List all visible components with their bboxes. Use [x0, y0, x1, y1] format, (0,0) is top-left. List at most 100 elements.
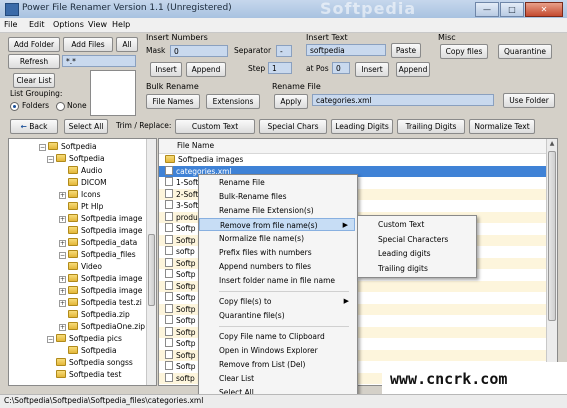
submenu-item[interactable]: Special Characters: [358, 233, 474, 246]
paste-button[interactable]: Paste: [391, 43, 421, 58]
context-menu-item[interactable]: Copy file(s) to ▶: [199, 295, 355, 308]
tree-expander-icon[interactable]: +: [59, 192, 66, 199]
tree-expander-icon[interactable]: +: [59, 300, 66, 307]
tree-expander-icon[interactable]: −: [39, 144, 46, 151]
menu-edit[interactable]: Edit: [29, 20, 45, 29]
menu-help[interactable]: Help: [112, 20, 130, 29]
tree-item[interactable]: Softpedia image: [59, 225, 142, 236]
tree-item[interactable]: + Softpedia_data: [59, 237, 137, 248]
menu-view[interactable]: View: [88, 20, 107, 29]
tree-item[interactable]: + Softpedia image: [59, 285, 142, 296]
context-menu-item[interactable]: Remove from List (Del): [199, 358, 355, 371]
folder-tree[interactable]: − Softpedia − Softpedia Audio DICOM + Icons Pt H…: [8, 138, 157, 386]
trim-normalize-text-button[interactable]: Normalize Text: [469, 119, 535, 134]
context-menu-item[interactable]: Quarantine file(s): [199, 309, 355, 322]
folders-radio[interactable]: [10, 102, 19, 111]
all-button[interactable]: All: [116, 37, 138, 52]
submenu-item[interactable]: Custom Text: [358, 218, 474, 231]
filter-input[interactable]: *.*: [62, 55, 136, 67]
title-bar[interactable]: Power File Renamer Version 1.1 (Unregist…: [0, 0, 567, 19]
tree-item[interactable]: − Softpedia pics: [47, 333, 122, 344]
tree-expander-icon[interactable]: +: [59, 240, 66, 247]
insert-numbers-append-button[interactable]: Append: [186, 62, 226, 77]
add-folder-button[interactable]: Add Folder: [8, 37, 60, 52]
menu-options[interactable]: Options: [53, 20, 84, 29]
tree-item[interactable]: Softpedia: [59, 345, 117, 356]
tree-expander-icon[interactable]: −: [47, 156, 54, 163]
file-list-scrollbar[interactable]: ▲: [546, 139, 557, 385]
maximize-button[interactable]: □: [500, 2, 524, 17]
scroll-up-icon[interactable]: ▲: [548, 140, 556, 147]
tree-item[interactable]: − Softpedia_files: [59, 249, 136, 260]
insert-text-insert-button[interactable]: Insert: [355, 62, 389, 77]
file-row[interactable]: Softpedia images: [159, 154, 546, 165]
minimize-button[interactable]: —: [475, 2, 499, 17]
tree-item[interactable]: + Icons: [59, 189, 101, 200]
tree-item[interactable]: − Softpedia: [47, 153, 105, 164]
tree-item[interactable]: Audio: [59, 165, 102, 176]
context-menu-item[interactable]: Normalize file name(s): [199, 232, 355, 245]
context-menu-item[interactable]: Clear List: [199, 372, 355, 385]
tree-scrollbar[interactable]: [146, 139, 156, 385]
context-menu-item[interactable]: Open in Windows Explorer: [199, 344, 355, 357]
tree-item[interactable]: − Softpedia: [39, 141, 97, 152]
quarantine-button[interactable]: Quarantine: [498, 44, 552, 59]
tree-item[interactable]: + SoftpediaOne.zip: [59, 321, 145, 332]
select-all-button[interactable]: Select All: [64, 119, 108, 134]
status-bar: C:\Softpedia\Softpedia\Softpedia_files\c…: [0, 394, 567, 408]
menu-file[interactable]: File: [4, 20, 17, 29]
file-icon: [165, 188, 173, 198]
insert-text-input[interactable]: softpedia: [306, 44, 386, 56]
back-button[interactable]: ← Back: [10, 119, 58, 134]
tree-item[interactable]: + Softpedia image: [59, 213, 142, 224]
apply-button[interactable]: Apply: [274, 94, 308, 109]
context-menu-item[interactable]: Append numbers to files: [199, 260, 355, 273]
submenu-item[interactable]: Leading digits: [358, 247, 474, 260]
tree-item[interactable]: Softpedia.zip: [59, 309, 130, 320]
copy-files-button[interactable]: Copy files: [440, 44, 488, 59]
tree-item[interactable]: Softpedia test: [47, 369, 121, 380]
trim-leading-digits-button[interactable]: Leading Digits: [331, 119, 393, 134]
tree-item[interactable]: DICOM: [59, 177, 107, 188]
insert-text-append-button[interactable]: Append: [396, 62, 430, 77]
refresh-button[interactable]: Refresh: [8, 54, 60, 69]
tree-item[interactable]: + Softpedia test.zi: [59, 297, 142, 308]
at-pos-input[interactable]: 0: [332, 62, 350, 74]
context-menu-item[interactable]: Insert folder name in file name: [199, 274, 355, 287]
context-menu-item[interactable]: Rename File Extension(s): [199, 204, 355, 217]
extensions-button[interactable]: Extensions: [206, 94, 260, 109]
trim-custom-text-button[interactable]: Custom Text: [175, 119, 255, 134]
mask-input[interactable]: 0: [170, 45, 228, 57]
tree-expander-icon[interactable]: −: [59, 252, 66, 259]
clear-list-button[interactable]: Clear List: [13, 73, 55, 88]
tree-expander-icon[interactable]: −: [47, 336, 54, 343]
tree-item[interactable]: Video: [59, 261, 102, 272]
tree-expander-icon[interactable]: +: [59, 276, 66, 283]
context-menu-item[interactable]: Remove from file name(s) ▶: [199, 218, 355, 231]
close-button[interactable]: ✕: [525, 2, 563, 17]
context-menu-item[interactable]: Copy File name to Clipboard: [199, 330, 355, 343]
tree-expander-icon[interactable]: +: [59, 288, 66, 295]
trim-special-chars-button[interactable]: Special Chars: [259, 119, 327, 134]
step-input[interactable]: 1: [268, 62, 292, 74]
submenu-item[interactable]: Trailing digits: [358, 262, 474, 275]
context-menu-item[interactable]: Rename File: [199, 176, 355, 189]
tree-item[interactable]: Softpedia songss: [47, 357, 133, 368]
rename-file-input[interactable]: categories.xml: [312, 94, 494, 106]
separator-input[interactable]: -: [276, 45, 292, 57]
file-list-header[interactable]: File Name: [159, 139, 557, 154]
tree-item[interactable]: + Softpedia image: [59, 273, 142, 284]
add-files-button[interactable]: Add Files: [63, 37, 113, 52]
context-menu-item[interactable]: Prefix files with numbers: [199, 246, 355, 259]
tree-expander-icon[interactable]: +: [59, 216, 66, 223]
file-list-scroll-thumb[interactable]: [548, 151, 556, 321]
tree-scroll-thumb[interactable]: [148, 234, 155, 306]
trim-trailing-digits-button[interactable]: Trailing Digits: [397, 119, 465, 134]
insert-numbers-insert-button[interactable]: Insert: [150, 62, 182, 77]
tree-expander-icon[interactable]: +: [59, 324, 66, 331]
use-folder-button[interactable]: Use Folder: [503, 93, 555, 108]
file-names-button[interactable]: File Names: [146, 94, 200, 109]
none-radio[interactable]: [56, 102, 65, 111]
tree-item[interactable]: Pt Hlp: [59, 201, 103, 212]
context-menu-item[interactable]: Bulk-Rename files: [199, 190, 355, 203]
